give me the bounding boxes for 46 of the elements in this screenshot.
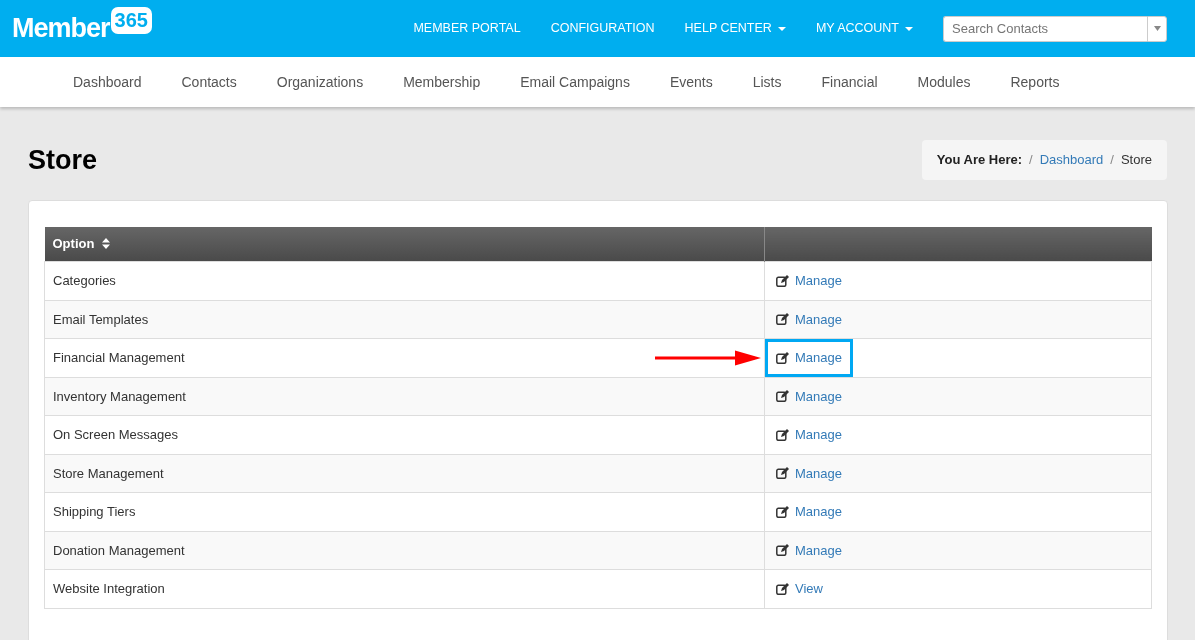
column-header[interactable]: Option [52,234,111,254]
edit-icon [776,582,789,595]
nav-link[interactable]: Modules [917,71,971,93]
edit-icon [776,544,789,557]
top-menu-link[interactable]: MEMBER PORTAL [413,19,521,38]
table-cell: Website Integration [44,569,765,608]
table-cell: Email Templates [44,300,765,339]
logo-wordmark: Member [12,12,110,46]
breadcrumb-current: Store [1120,151,1152,169]
edit-icon [776,467,789,480]
nav-link[interactable]: Membership [403,71,481,93]
breadcrumb-link[interactable]: Dashboard [1039,150,1104,170]
edit-icon [776,313,789,326]
manage-link[interactable]: Manage [765,339,853,377]
breadcrumb-separator: / [1110,151,1114,169]
nav-link[interactable]: Financial [821,71,878,93]
top-menu-link[interactable]: HELP CENTER [684,19,786,38]
table-cell: Store Management [44,454,765,493]
edit-icon [776,390,789,403]
edit-icon [776,351,789,364]
table-cell: Donation Management [44,531,765,570]
nav-link[interactable]: Reports [1010,71,1060,93]
search-field[interactable]: Search Contacts [943,15,1147,42]
edit-icon [776,428,789,441]
dropdown-button[interactable] [1147,15,1167,42]
sort-icon [102,238,111,250]
table-cell: On Screen Messages [44,415,765,454]
nav-link[interactable]: Organizations [276,71,364,93]
manage-link[interactable]: View [765,570,834,608]
breadcrumb-separator: / [1029,151,1033,169]
nav-link[interactable]: Email Campaigns [520,71,630,93]
edit-icon [776,505,789,518]
page-title: Store [28,143,98,176]
table-cell: Categories [44,261,765,300]
dropdown-icon [1153,26,1161,31]
top-menu-link[interactable]: MY ACCOUNT [815,19,913,38]
top-menu-link[interactable]: CONFIGURATION [550,19,655,38]
nav-link[interactable]: Contacts [181,71,237,93]
edit-icon [776,274,789,287]
table-cell: Inventory Management [44,377,765,416]
nav-link[interactable]: Lists [752,71,782,93]
logo-badge: 365 [110,7,152,34]
table-cell: Shipping Tiers [44,492,765,531]
breadcrumb-label: You Are Here: [936,151,1023,169]
nav-link[interactable]: Dashboard [73,71,142,93]
nav-link[interactable]: Events [669,71,713,93]
